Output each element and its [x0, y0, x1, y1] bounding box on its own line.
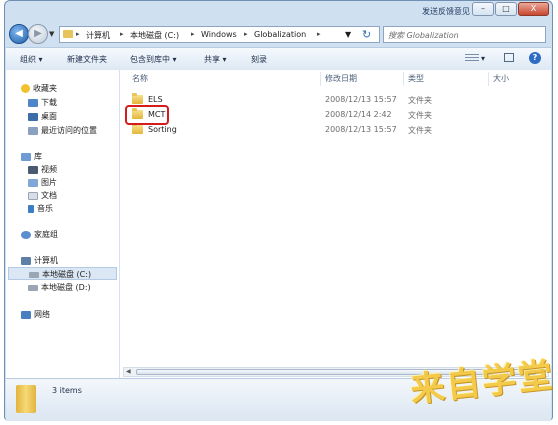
minimize-icon: – [481, 4, 485, 13]
library-icon [21, 152, 31, 161]
sidebar-libraries[interactable]: 库 [21, 150, 42, 163]
maximize-icon: □ [502, 4, 510, 13]
sidebar-item-desktop[interactable]: 桌面 [28, 110, 57, 123]
back-button[interactable]: ◀ [9, 24, 29, 44]
sidebar-item-drive-c[interactable]: 本地磁盘 (C:) [8, 267, 117, 280]
search-box[interactable]: 搜索 Globalization [383, 26, 546, 43]
file-name[interactable]: ELS [148, 95, 163, 104]
sidebar-item-videos[interactable]: 视频 [28, 163, 57, 176]
file-type: 文件夹 [408, 126, 432, 135]
chevron-down-icon: ▾ [172, 55, 177, 64]
new-folder-button[interactable]: 新建文件夹 [67, 54, 107, 65]
command-bar: 组织 ▾ 新建文件夹 包含到库中 ▾ 共享 ▾ 刻录 ▾ ? [6, 47, 551, 71]
file-name[interactable]: Sorting [148, 125, 177, 134]
file-row[interactable]: Sorting 2008/12/13 15:57 文件夹 [120, 123, 540, 137]
breadcrumb-windows[interactable]: Windows [201, 30, 237, 39]
file-row[interactable]: ELS 2008/12/13 15:57 文件夹 [120, 93, 540, 107]
folder-icon [132, 123, 143, 134]
column-header-modified[interactable]: 修改日期 [325, 73, 357, 84]
organize-button[interactable]: 组织 ▾ [20, 54, 43, 65]
breadcrumb-drive-c[interactable]: 本地磁盘 (C:) [130, 30, 179, 41]
include-in-library-button[interactable]: 包含到库中 ▾ [130, 54, 177, 65]
network-icon [21, 310, 31, 319]
desktop-icon [28, 112, 38, 121]
folder-large-icon [16, 385, 36, 413]
address-row: ◀ ▶ ▼ ▸ 计算机 ▸ 本地磁盘 (C:) ▸ Windows ▸ Glob… [5, 21, 552, 47]
share-button[interactable]: 共享 ▾ [204, 54, 227, 65]
close-icon: X [530, 4, 537, 13]
breadcrumb-separator-icon[interactable]: ▸ [244, 30, 248, 38]
chevron-down-icon: ▾ [38, 55, 43, 64]
sidebar-item-drive-d[interactable]: 本地磁盘 (D:) [28, 281, 91, 294]
folder-icon [132, 93, 143, 104]
back-arrow-icon: ◀ [15, 28, 23, 39]
scroll-left-icon[interactable]: ◀ [126, 368, 131, 375]
picture-icon [28, 178, 38, 187]
breadcrumb-computer[interactable]: 计算机 [86, 30, 110, 41]
sidebar-item-documents[interactable]: 文档 [28, 189, 57, 202]
file-type: 文件夹 [408, 111, 432, 120]
file-modified: 2008/12/13 15:57 [325, 95, 397, 104]
file-modified: 2008/12/14 2:42 [325, 110, 392, 119]
feedback-link[interactable]: 发送反馈意见 [422, 6, 470, 17]
breadcrumb-globalization[interactable]: Globalization [254, 30, 306, 39]
sidebar-item-music[interactable]: 音乐 [28, 202, 53, 215]
sidebar-favorites[interactable]: 收藏夹 [21, 82, 57, 95]
star-icon [21, 84, 30, 93]
title-bar: 发送反馈意见 – □ X [5, 1, 552, 19]
sidebar-network[interactable]: 网络 [21, 308, 50, 321]
video-icon [28, 165, 38, 174]
drive-icon [29, 271, 39, 278]
view-options-icon[interactable] [465, 54, 479, 63]
column-header-name[interactable]: 名称 [132, 73, 148, 84]
burn-button[interactable]: 刻录 [251, 54, 267, 65]
breadcrumb-separator-icon[interactable]: ▸ [76, 30, 80, 38]
computer-icon [21, 256, 31, 265]
address-dropdown-icon[interactable]: ▼ [345, 30, 351, 39]
file-row[interactable]: MCT 2008/12/14 2:42 文件夹 [120, 108, 540, 122]
column-header-type[interactable]: 类型 [408, 73, 424, 84]
breadcrumb-separator-icon[interactable]: ▸ [120, 30, 124, 38]
file-type: 文件夹 [408, 96, 432, 105]
column-divider[interactable] [320, 72, 321, 86]
preview-pane-icon[interactable] [504, 53, 514, 62]
search-placeholder: 搜索 Globalization [388, 31, 459, 40]
drive-icon [28, 284, 38, 291]
file-modified: 2008/12/13 15:57 [325, 125, 397, 134]
highlight-box [125, 105, 169, 125]
homegroup-icon [21, 230, 31, 239]
sidebar-item-pictures[interactable]: 图片 [28, 176, 57, 189]
close-button[interactable]: X [518, 2, 549, 16]
file-list: 名称 修改日期 类型 大小 ELS 2008/12/13 15:57 文件夹 M… [120, 70, 551, 378]
column-divider[interactable] [488, 72, 489, 86]
download-icon [28, 98, 38, 107]
history-dropdown-icon[interactable]: ▼ [49, 30, 54, 38]
sidebar-item-downloads[interactable]: 下载 [28, 96, 57, 109]
sidebar-homegroup[interactable]: 家庭组 [21, 228, 58, 241]
sidebar-computer[interactable]: 计算机 [21, 254, 58, 267]
minimize-button[interactable]: – [472, 2, 494, 16]
refresh-icon[interactable]: ↻ [362, 28, 371, 41]
maximize-button[interactable]: □ [495, 2, 517, 16]
music-icon [28, 204, 34, 213]
navigation-pane[interactable]: 收藏夹 下载 桌面 最近访问的位置 库 视频 图片 文档 音乐 家庭组 计算机 … [6, 70, 120, 378]
content-area: 收藏夹 下载 桌面 最近访问的位置 库 视频 图片 文档 音乐 家庭组 计算机 … [6, 70, 551, 378]
recent-places-icon [28, 126, 38, 135]
folder-icon [63, 30, 73, 38]
breadcrumb-separator-icon[interactable]: ▸ [191, 30, 195, 38]
column-header-size[interactable]: 大小 [493, 73, 509, 84]
forward-button[interactable]: ▶ [28, 24, 48, 44]
item-count: 3 items [52, 386, 82, 395]
chevron-down-icon: ▾ [222, 55, 227, 64]
document-icon [28, 191, 38, 200]
view-dropdown-icon[interactable]: ▾ [481, 54, 485, 63]
sidebar-item-recent[interactable]: 最近访问的位置 [28, 124, 97, 137]
breadcrumb-separator-icon[interactable]: ▸ [317, 30, 321, 38]
forward-arrow-icon: ▶ [34, 28, 42, 39]
help-icon[interactable]: ? [529, 52, 541, 64]
column-divider[interactable] [403, 72, 404, 86]
address-bar[interactable]: ▸ 计算机 ▸ 本地磁盘 (C:) ▸ Windows ▸ Globalizat… [59, 26, 380, 43]
